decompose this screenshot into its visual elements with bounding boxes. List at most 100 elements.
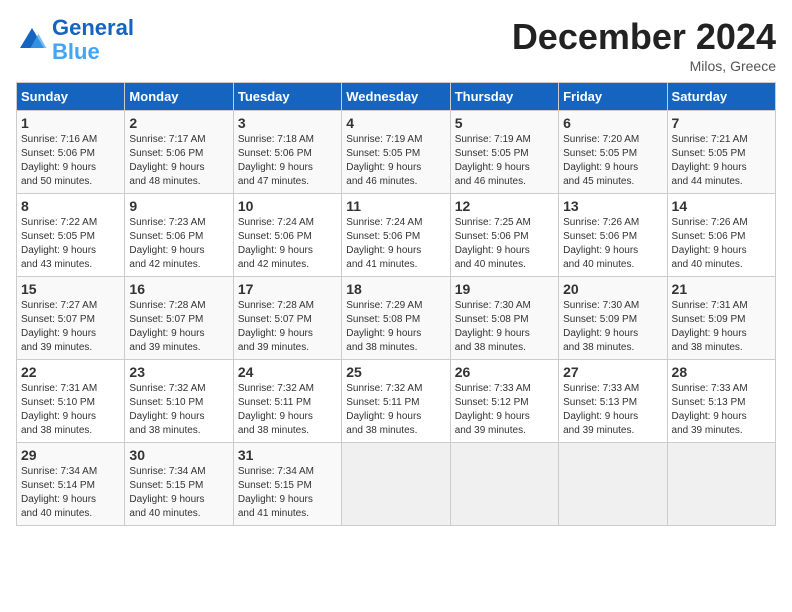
day-number: 17 — [238, 281, 337, 297]
day-number: 10 — [238, 198, 337, 214]
day-number: 6 — [563, 115, 662, 131]
title-block: December 2024 Milos, Greece — [512, 16, 776, 74]
day-number: 2 — [129, 115, 228, 131]
day-number: 16 — [129, 281, 228, 297]
calendar-cell: 8 Sunrise: 7:22 AM Sunset: 5:05 PM Daylig… — [17, 194, 125, 277]
calendar-cell: 13Sunrise: 7:26 AM Sunset: 5:06 PM Dayli… — [559, 194, 667, 277]
logo-text: General Blue — [52, 16, 134, 64]
calendar-cell: 15 Sunrise: 7:27 AM Sunset: 5:07 PM Dayli… — [17, 277, 125, 360]
calendar-cell: 7Sunrise: 7:21 AM Sunset: 5:05 PM Daylig… — [667, 111, 775, 194]
calendar-cell: 20 Sunrise: 7:30 AM Sunset: 5:09 PM Dayli… — [559, 277, 667, 360]
day-number: 22 — [21, 364, 120, 380]
day-info: Sunrise: 7:30 AM Sunset: 5:08 PM Dayligh… — [455, 299, 554, 355]
calendar-cell: 3Sunrise: 7:18 AM Sunset: 5:06 PM Daylig… — [233, 111, 341, 194]
calendar-week-row: 15 Sunrise: 7:27 AM Sunset: 5:07 PM Dayli… — [17, 277, 776, 360]
day-info: Sunrise: 7:19 AM Sunset: 5:05 PM Dayligh… — [346, 133, 445, 189]
logo-icon — [16, 24, 48, 56]
logo: General Blue — [16, 16, 134, 64]
calendar-cell: 16 Sunrise: 7:28 AM Sunset: 5:07 PM Dayli… — [125, 277, 233, 360]
calendar-cell: 27 Sunrise: 7:33 AM Sunset: 5:13 PM Dayli… — [559, 360, 667, 443]
calendar-cell: 31Sunrise: 7:34 AM Sunset: 5:15 PM Dayli… — [233, 443, 341, 526]
day-info: Sunrise: 7:29 AM Sunset: 5:08 PM Dayligh… — [346, 299, 445, 355]
day-info: Sunrise: 7:34 AM Sunset: 5:15 PM Dayligh… — [129, 465, 228, 521]
calendar-cell — [450, 443, 558, 526]
calendar-cell: 6 Sunrise: 7:20 AM Sunset: 5:05 PM Daylig… — [559, 111, 667, 194]
day-number: 1 — [21, 115, 120, 131]
day-info: Sunrise: 7:32 AM Sunset: 5:10 PM Dayligh… — [129, 382, 228, 438]
day-number: 15 — [21, 281, 120, 297]
calendar-cell: 25Sunrise: 7:32 AM Sunset: 5:11 PM Dayli… — [342, 360, 450, 443]
day-number: 27 — [563, 364, 662, 380]
day-info: Sunrise: 7:20 AM Sunset: 5:05 PM Dayligh… — [563, 133, 662, 189]
calendar-cell: 22 Sunrise: 7:31 AM Sunset: 5:10 PM Dayli… — [17, 360, 125, 443]
calendar-cell: 9Sunrise: 7:23 AM Sunset: 5:06 PM Daylig… — [125, 194, 233, 277]
calendar-week-row: 1 Sunrise: 7:16 AM Sunset: 5:06 PM Daylig… — [17, 111, 776, 194]
day-number: 24 — [238, 364, 337, 380]
calendar-cell: 11 Sunrise: 7:24 AM Sunset: 5:06 PM Dayli… — [342, 194, 450, 277]
day-number: 12 — [455, 198, 554, 214]
day-number: 8 — [21, 198, 120, 214]
day-number: 25 — [346, 364, 445, 380]
calendar-cell: 29 Sunrise: 7:34 AM Sunset: 5:14 PM Dayli… — [17, 443, 125, 526]
calendar-cell: 14 Sunrise: 7:26 AM Sunset: 5:06 PM Dayli… — [667, 194, 775, 277]
day-number: 7 — [672, 115, 771, 131]
weekday-header-row: SundayMondayTuesdayWednesdayThursdayFrid… — [17, 83, 776, 111]
day-number: 5 — [455, 115, 554, 131]
day-number: 11 — [346, 198, 445, 214]
calendar-cell: 21 Sunrise: 7:31 AM Sunset: 5:09 PM Dayli… — [667, 277, 775, 360]
calendar-cell: 19Sunrise: 7:30 AM Sunset: 5:08 PM Dayli… — [450, 277, 558, 360]
calendar-cell — [667, 443, 775, 526]
calendar-cell: 23 Sunrise: 7:32 AM Sunset: 5:10 PM Dayli… — [125, 360, 233, 443]
day-number: 29 — [21, 447, 120, 463]
day-number: 21 — [672, 281, 771, 297]
weekday-header-monday: Monday — [125, 83, 233, 111]
day-number: 3 — [238, 115, 337, 131]
day-info: Sunrise: 7:22 AM Sunset: 5:05 PM Dayligh… — [21, 216, 120, 272]
calendar-cell: 5Sunrise: 7:19 AM Sunset: 5:05 PM Daylig… — [450, 111, 558, 194]
calendar-cell: 28 Sunrise: 7:33 AM Sunset: 5:13 PM Dayli… — [667, 360, 775, 443]
day-info: Sunrise: 7:33 AM Sunset: 5:13 PM Dayligh… — [672, 382, 771, 438]
calendar-cell: 10 Sunrise: 7:24 AM Sunset: 5:06 PM Dayli… — [233, 194, 341, 277]
day-info: Sunrise: 7:31 AM Sunset: 5:09 PM Dayligh… — [672, 299, 771, 355]
weekday-header-saturday: Saturday — [667, 83, 775, 111]
calendar-cell: 17 Sunrise: 7:28 AM Sunset: 5:07 PM Dayli… — [233, 277, 341, 360]
calendar-week-row: 22 Sunrise: 7:31 AM Sunset: 5:10 PM Dayli… — [17, 360, 776, 443]
day-info: Sunrise: 7:27 AM Sunset: 5:07 PM Dayligh… — [21, 299, 120, 355]
day-info: Sunrise: 7:26 AM Sunset: 5:06 PM Dayligh… — [672, 216, 771, 272]
day-info: Sunrise: 7:32 AM Sunset: 5:11 PM Dayligh… — [238, 382, 337, 438]
day-number: 31 — [238, 447, 337, 463]
calendar-week-row: 8 Sunrise: 7:22 AM Sunset: 5:05 PM Daylig… — [17, 194, 776, 277]
day-info: Sunrise: 7:31 AM Sunset: 5:10 PM Dayligh… — [21, 382, 120, 438]
calendar-cell: 26 Sunrise: 7:33 AM Sunset: 5:12 PM Dayli… — [450, 360, 558, 443]
day-info: Sunrise: 7:24 AM Sunset: 5:06 PM Dayligh… — [238, 216, 337, 272]
calendar-cell — [342, 443, 450, 526]
day-info: Sunrise: 7:33 AM Sunset: 5:13 PM Dayligh… — [563, 382, 662, 438]
day-info: Sunrise: 7:24 AM Sunset: 5:06 PM Dayligh… — [346, 216, 445, 272]
day-number: 4 — [346, 115, 445, 131]
location: Milos, Greece — [512, 58, 776, 74]
day-info: Sunrise: 7:28 AM Sunset: 5:07 PM Dayligh… — [238, 299, 337, 355]
weekday-header-friday: Friday — [559, 83, 667, 111]
calendar-cell: 12Sunrise: 7:25 AM Sunset: 5:06 PM Dayli… — [450, 194, 558, 277]
day-info: Sunrise: 7:17 AM Sunset: 5:06 PM Dayligh… — [129, 133, 228, 189]
weekday-header-thursday: Thursday — [450, 83, 558, 111]
calendar-week-row: 29 Sunrise: 7:34 AM Sunset: 5:14 PM Dayli… — [17, 443, 776, 526]
day-number: 13 — [563, 198, 662, 214]
day-number: 28 — [672, 364, 771, 380]
day-number: 26 — [455, 364, 554, 380]
calendar-cell: 2 Sunrise: 7:17 AM Sunset: 5:06 PM Daylig… — [125, 111, 233, 194]
calendar-table: SundayMondayTuesdayWednesdayThursdayFrid… — [16, 82, 776, 526]
day-number: 14 — [672, 198, 771, 214]
weekday-header-sunday: Sunday — [17, 83, 125, 111]
calendar-cell: 24 Sunrise: 7:32 AM Sunset: 5:11 PM Dayli… — [233, 360, 341, 443]
day-info: Sunrise: 7:30 AM Sunset: 5:09 PM Dayligh… — [563, 299, 662, 355]
calendar-cell: 4 Sunrise: 7:19 AM Sunset: 5:05 PM Daylig… — [342, 111, 450, 194]
day-info: Sunrise: 7:33 AM Sunset: 5:12 PM Dayligh… — [455, 382, 554, 438]
day-info: Sunrise: 7:34 AM Sunset: 5:14 PM Dayligh… — [21, 465, 120, 521]
day-number: 9 — [129, 198, 228, 214]
day-number: 20 — [563, 281, 662, 297]
day-number: 23 — [129, 364, 228, 380]
day-info: Sunrise: 7:16 AM Sunset: 5:06 PM Dayligh… — [21, 133, 120, 189]
day-info: Sunrise: 7:28 AM Sunset: 5:07 PM Dayligh… — [129, 299, 228, 355]
calendar-cell: 1 Sunrise: 7:16 AM Sunset: 5:06 PM Daylig… — [17, 111, 125, 194]
